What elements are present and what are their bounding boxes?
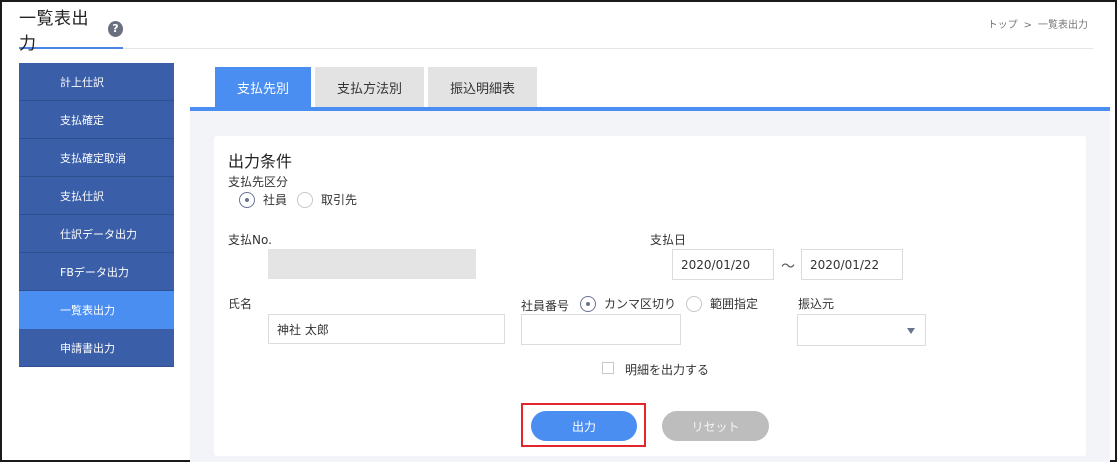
sidebar-item-fb-export[interactable]: FBデータ出力 (19, 253, 174, 291)
tab-transfer-details[interactable]: 振込明細表 (428, 67, 538, 107)
radio-comma-separated[interactable] (580, 295, 596, 312)
name-input[interactable]: 神社 太郎 (268, 314, 505, 344)
sidebar-item-payment-confirm[interactable]: 支払確定 (19, 101, 174, 139)
radio-employee-label: 社員 (263, 193, 288, 207)
payment-no-input[interactable] (268, 249, 476, 279)
sidebar-item-list-output[interactable]: 一覧表出力 (19, 291, 174, 329)
output-button[interactable]: 出力 (531, 411, 637, 441)
page-header: 一覧表出力 ? (19, 9, 123, 54)
radio-supplier[interactable] (297, 191, 314, 208)
radio-range-label: 範囲指定 (710, 297, 759, 311)
help-icon[interactable]: ? (107, 20, 123, 37)
radio-comma-separated-label: カンマ区切り (604, 297, 677, 311)
employee-no-label: 社員番号 (521, 299, 570, 313)
transfer-source-select[interactable] (797, 314, 926, 346)
breadcrumb-current: 一覧表出力 (1038, 20, 1088, 31)
employee-no-radio-group: カンマ区切り 範囲指定 (580, 295, 768, 312)
transfer-source-label: 振込元 (798, 297, 835, 311)
date-range-separator: ～ (781, 259, 795, 275)
payment-date-from-input[interactable]: 2020/01/20 (672, 249, 774, 280)
detail-output-checkbox[interactable] (602, 362, 614, 374)
tab-by-payee[interactable]: 支払先別 (215, 67, 312, 107)
app-frame: 一覧表出力 ? トップ > 一覧表出力 計上仕訳 支払確定 支払確定取消 支払仕訳 … (0, 0, 1117, 462)
breadcrumb-home[interactable]: トップ (988, 20, 1018, 31)
sidebar: 計上仕訳 支払確定 支払確定取消 支払仕訳 仕訳データ出力 FBデータ出力 一覧… (19, 63, 174, 367)
payment-date-to-input[interactable]: 2020/01/22 (801, 249, 903, 280)
page-title: 一覧表出力 (19, 8, 89, 54)
reset-button[interactable]: リセット (662, 411, 769, 441)
employee-no-input[interactable] (521, 314, 681, 345)
radio-employee[interactable] (239, 191, 255, 208)
header-divider (123, 48, 1093, 49)
detail-output-label: 明細を出力する (625, 363, 710, 377)
payment-date-label: 支払日 (650, 233, 687, 247)
sidebar-item-accrual-entry[interactable]: 計上仕訳 (19, 63, 174, 101)
sidebar-item-payment-confirm-cancel[interactable]: 支払確定取消 (19, 139, 174, 177)
breadcrumb: トップ > 一覧表出力 (985, 16, 1091, 31)
section-title: 出力条件 (228, 152, 293, 171)
breadcrumb-separator: > (1023, 20, 1032, 31)
payment-no-label: 支払No. (228, 233, 272, 247)
name-label: 氏名 (228, 297, 253, 311)
sidebar-item-application-output[interactable]: 申請書出力 (19, 329, 174, 367)
radio-supplier-label: 取引先 (321, 193, 358, 207)
sidebar-item-payment-entry[interactable]: 支払仕訳 (19, 177, 174, 215)
tab-by-payment-method[interactable]: 支払方法別 (315, 67, 425, 107)
chevron-down-icon (907, 328, 915, 334)
payee-type-label: 支払先区分 (228, 175, 289, 189)
radio-range[interactable] (686, 295, 703, 312)
tab-bar: 支払先別 支払方法別 振込明細表 (215, 67, 541, 107)
sidebar-item-journal-export[interactable]: 仕訳データ出力 (19, 215, 174, 253)
payee-type-radio-group: 社員 取引先 (239, 191, 367, 208)
